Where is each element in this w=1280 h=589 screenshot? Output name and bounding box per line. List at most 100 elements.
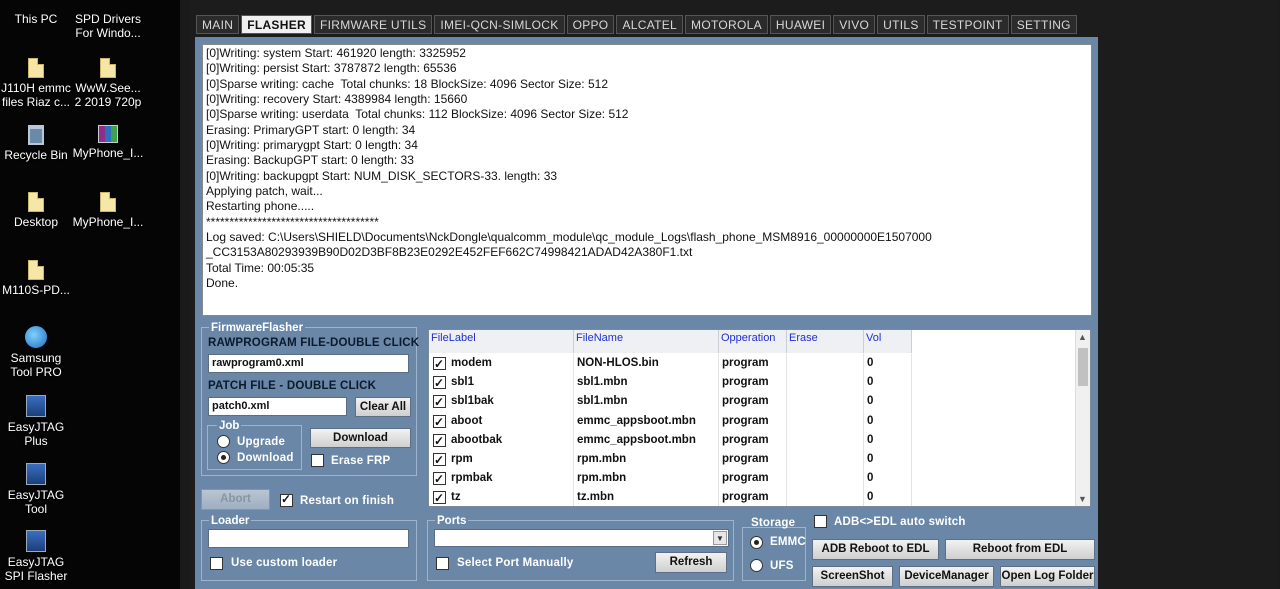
desktop-icon-easyjtag-plus[interactable]: EasyJTAG Plus [0,395,72,448]
row-checkbox[interactable] [433,413,446,432]
select-port-manually-checkbox[interactable] [436,557,449,570]
tab-alcatel[interactable]: ALCATEL [616,15,684,34]
emmc-radio[interactable] [750,536,763,549]
cell-erase [787,430,864,450]
desktop-icon-label: SPD Drivers For Windo... [74,12,141,40]
tab-testpoint[interactable]: TESTPOINT [926,15,1009,34]
log-output[interactable]: [0]Writing: system Start: 461920 length:… [202,44,1092,316]
patch-label: PATCH FILE - DOUBLE CLICK [208,380,377,392]
tab-firmware-utils[interactable]: FIRMWARE UTILS [313,15,433,34]
abort-button[interactable]: Abort [201,489,270,510]
scroll-down-icon[interactable]: ▼ [1078,494,1087,504]
desktop-icon-myphone-2[interactable]: MyPhone_I... [72,192,144,229]
row-checkbox[interactable] [433,355,446,374]
table-row[interactable]: tz tz.mbnprogram 0 [429,488,912,506]
tab-main[interactable]: MAIN [196,15,240,34]
rawprogram-label: RAWPROGRAM FILE-DOUBLE CLICK [208,337,420,349]
scroll-up-icon[interactable]: ▲ [1078,332,1087,342]
column-header-operation[interactable]: Opperation [719,330,787,353]
cell-vol: 0 [864,392,912,412]
desktop-icon-label: MyPhone_I... [72,146,144,160]
desktop-icon-easyjtag-spi[interactable]: EasyJTAG SPI Flasher [0,530,72,583]
rawprogram-input[interactable]: rawprogram0.xml [208,354,409,373]
upgrade-radio[interactable] [217,435,230,448]
tab-flasher[interactable]: FLASHER [241,15,312,34]
desktop-icon-easyjtag-tool[interactable]: EasyJTAG Tool [0,463,72,516]
column-header-vol[interactable]: Vol [864,330,912,353]
row-label-text: abootbak [451,433,503,446]
cell-filename: sbl1.mbn [574,392,719,412]
desktop-icon-m110s[interactable]: M110S-PD... [0,260,72,297]
tab-imei-qcn-simlock[interactable]: IMEI-QCN-SIMLOCK [434,15,565,34]
erase-frp-checkbox[interactable] [311,454,324,467]
row-label-text: sbl1bak [451,395,494,408]
column-header-erase[interactable]: Erase [787,330,864,353]
tab-motorola[interactable]: MOTOROLA [685,15,768,34]
ufs-radio[interactable] [750,559,763,572]
device-manager-button[interactable]: DeviceManager [899,566,994,587]
restart-on-finish-checkbox[interactable] [280,492,293,507]
refresh-button[interactable]: Refresh [655,552,727,573]
loader-input[interactable] [208,529,409,548]
file-icon [100,192,116,212]
cell-erase [787,411,864,431]
tab-utils[interactable]: UTILS [877,15,925,34]
desktop-icon-samsung-tool[interactable]: Samsung Tool PRO [0,326,72,379]
partition-table[interactable]: FileLabel FileName Opperation Erase Vol … [428,329,1091,507]
cell-filelabel: rpmbak [429,469,574,489]
reboot-from-edl-button[interactable]: Reboot from EDL [945,539,1095,560]
easyjtag-icon [26,395,46,417]
desktop-icon-recycle-bin[interactable]: Recycle Bin [0,125,72,162]
desktop-icon-desktop[interactable]: Desktop [0,192,72,229]
desktop-icon-label: J110H emmc files Riaz c... [1,81,71,109]
row-checkbox[interactable] [433,489,446,506]
desktop-icon-myphone-1[interactable]: MyPhone_I... [72,125,144,160]
port-select[interactable]: ▼ [434,529,729,547]
tab-vivo[interactable]: VIVO [833,15,876,34]
tab-setting[interactable]: SETTING [1010,15,1077,34]
firmware-flasher-title: FirmwareFlasher [209,322,306,334]
column-header-filelabel[interactable]: FileLabel [429,330,574,353]
tab-oppo[interactable]: OPPO [566,15,615,34]
row-checkbox[interactable] [433,432,446,451]
adb-edl-auto-switch-label: ADB<>EDL auto switch [834,516,966,528]
column-header-filename[interactable]: FileName [574,330,719,353]
table-row[interactable]: modem NON-HLOS.binprogram 0 [429,354,912,374]
row-checkbox[interactable] [433,470,446,489]
chevron-down-icon[interactable]: ▼ [713,531,727,545]
adb-edl-auto-switch-checkbox[interactable] [814,515,827,528]
row-checkbox[interactable] [433,393,446,412]
download-button[interactable]: Download [310,428,411,448]
tab-huawei[interactable]: HUAWEI [769,15,832,34]
use-custom-loader-checkbox[interactable] [210,557,223,570]
desktop-icon-label: M110S-PD... [2,283,70,297]
open-log-folder-button[interactable]: Open Log Folder [1000,566,1095,587]
row-label-text: rpm [451,453,473,465]
desktop-icon-spd-drivers[interactable]: SPD Drivers For Windo... [72,12,144,40]
desktop-icon-j110h[interactable]: J110H emmc files Riaz c... [0,58,72,109]
table-row[interactable]: rpmbak rpm.mbnprogram 0 [429,469,912,489]
row-checkbox[interactable] [433,374,446,393]
download-radio[interactable] [217,451,230,464]
table-scrollbar[interactable]: ▲ ▼ [1075,330,1090,506]
emmc-label: EMMC [770,536,806,548]
clear-all-button[interactable]: Clear All [355,397,411,417]
row-checkbox[interactable] [433,451,446,470]
table-row[interactable]: sbl1bak sbl1.mbnprogram 0 [429,392,912,412]
table-row[interactable]: abootbak emmc_appsboot.mbnprogram 0 [429,430,912,451]
cell-erase [787,373,864,393]
desktop-icon-label: EasyJTAG Tool [7,488,65,516]
cell-filelabel: aboot [429,411,574,432]
table-row[interactable]: aboot emmc_appsboot.mbnprogram 0 [429,411,912,432]
desktop-icon-label: Desktop [13,215,59,229]
desktop-icon-www-see[interactable]: WwW.See... 2 2019 720p [72,58,144,109]
table-row[interactable]: rpm rpm.mbnprogram 0 [429,450,912,470]
adb-reboot-to-edl-button[interactable]: ADB Reboot to EDL [812,539,939,560]
table-row[interactable]: sbl1 sbl1.mbnprogram 0 [429,373,912,393]
desktop-icon-this-pc[interactable]: This PC [0,12,72,26]
screenshot-button[interactable]: ScreenShot [812,566,893,587]
scroll-thumb[interactable] [1078,348,1088,386]
cell-vol: 0 [864,411,912,431]
patch-input[interactable]: patch0.xml [208,397,347,416]
easyjtag-icon [26,463,46,485]
